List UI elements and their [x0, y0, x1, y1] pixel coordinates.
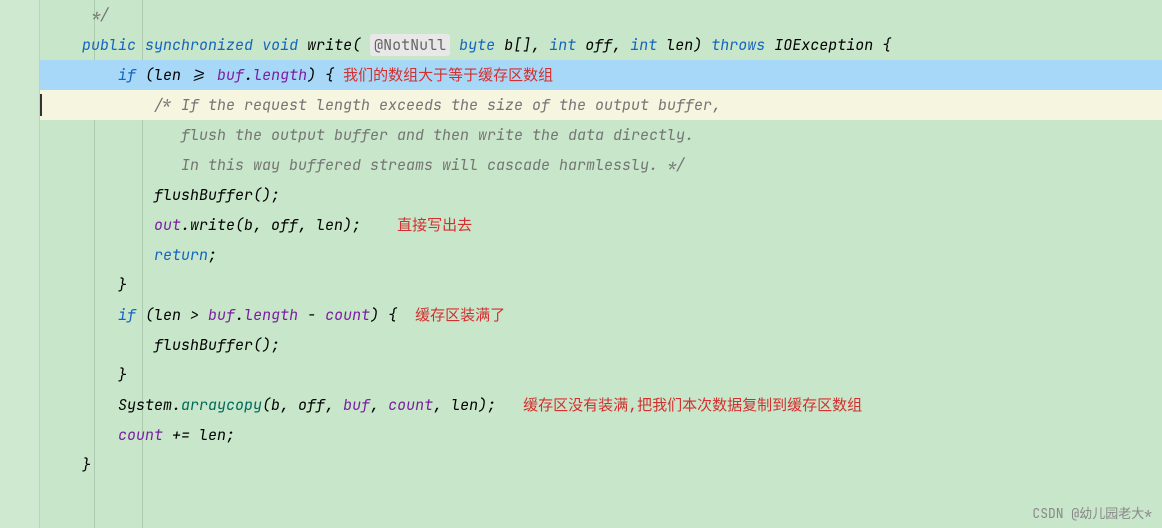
keyword-return: return [154, 245, 208, 265]
field-count: count [118, 425, 163, 445]
code-line: */ [40, 0, 1162, 30]
op: - [298, 305, 325, 325]
keyword-if: if [118, 305, 136, 325]
param: b[], [495, 35, 549, 55]
editor-gutter [0, 0, 40, 528]
dot: . [244, 65, 253, 85]
expr: (len > [136, 305, 208, 325]
annotation-note: 直接写出去 [397, 215, 472, 235]
field-count: count [388, 395, 433, 415]
semicolon: ; [208, 245, 217, 265]
comment: flush the output buffer and then write t… [154, 125, 694, 145]
comment: In this way buffered streams will cascad… [154, 155, 685, 175]
code-line: public synchronized void write( @NotNull… [40, 30, 1162, 60]
code-line: out.write(b, off, len); 直接写出去 [40, 210, 1162, 240]
code-line: } [40, 450, 1162, 480]
param: len) [657, 35, 711, 55]
keyword-public: public [82, 35, 136, 55]
expr: ) { [370, 305, 415, 325]
code-line: } [40, 270, 1162, 300]
annotation-note: 缓存区没有装满,把我们本次数据复制到缓存区数组 [523, 395, 862, 415]
keyword-throws: throws [711, 35, 765, 55]
code-line: if (len > buf.length - count) { 缓存区装满了 [40, 300, 1162, 330]
code-line: System.arraycopy(b, off, buf, count, len… [40, 390, 1162, 420]
code-line: In this way buffered streams will cascad… [40, 150, 1162, 180]
annotation-notnull: @NotNull [370, 34, 450, 56]
text-cursor [40, 94, 42, 116]
keyword-synchronized: synchronized [145, 35, 253, 55]
class-ref: System. [118, 395, 181, 415]
expr: (len >= [136, 65, 217, 85]
keyword-void: void [262, 35, 298, 55]
brace: } [118, 275, 127, 295]
annotation-note: 我们的数组大于等于缓存区数组 [343, 65, 553, 85]
code-line: } [40, 360, 1162, 390]
field-buf: buf [208, 305, 235, 325]
code-line-highlighted: if (len >= buf.length) { 我们的数组大于等于缓存区数组 [40, 60, 1162, 90]
brace: } [118, 365, 127, 385]
code-line: flush the output buffer and then write t… [40, 120, 1162, 150]
brace: } [82, 455, 91, 475]
keyword-if: if [118, 65, 136, 85]
code-line: flushBuffer(); [40, 180, 1162, 210]
code-line: return; [40, 240, 1162, 270]
code-editor: */ public synchronized void write( @NotN… [40, 0, 1162, 528]
param: off, [576, 35, 630, 55]
code-line: count += len; [40, 420, 1162, 450]
code-line-highlighted: /* If the request length exceeds the siz… [40, 90, 1162, 120]
watermark: CSDN @幼儿园老大* [1032, 503, 1152, 522]
field-length: length [244, 305, 298, 325]
method-arraycopy: arraycopy [181, 395, 262, 415]
code-line: flushBuffer(); [40, 330, 1162, 360]
stmt-flush: flushBuffer(); [154, 185, 280, 205]
field-count: count [325, 305, 370, 325]
keyword-int: int [630, 35, 657, 55]
args: (b, off, [262, 395, 343, 415]
exception-type: IOException { [765, 35, 891, 55]
keyword-int: int [549, 35, 576, 55]
annotation-note: 缓存区装满了 [415, 305, 505, 325]
comment: /* If the request length exceeds the siz… [154, 95, 721, 115]
stmt: += len; [163, 425, 235, 445]
expr: ) { [307, 65, 343, 85]
sep: , [370, 395, 388, 415]
field-buf: buf [217, 65, 244, 85]
field-length: length [253, 65, 307, 85]
dot: . [235, 305, 244, 325]
stmt: .write(b, off, len); [181, 215, 361, 235]
keyword-byte: byte [459, 35, 495, 55]
comment-end: */ [91, 5, 109, 25]
stmt-flush: flushBuffer(); [154, 335, 280, 355]
field-out: out [154, 215, 181, 235]
args: , len); [433, 395, 496, 415]
method-name: write [307, 35, 352, 55]
field-buf: buf [343, 395, 370, 415]
